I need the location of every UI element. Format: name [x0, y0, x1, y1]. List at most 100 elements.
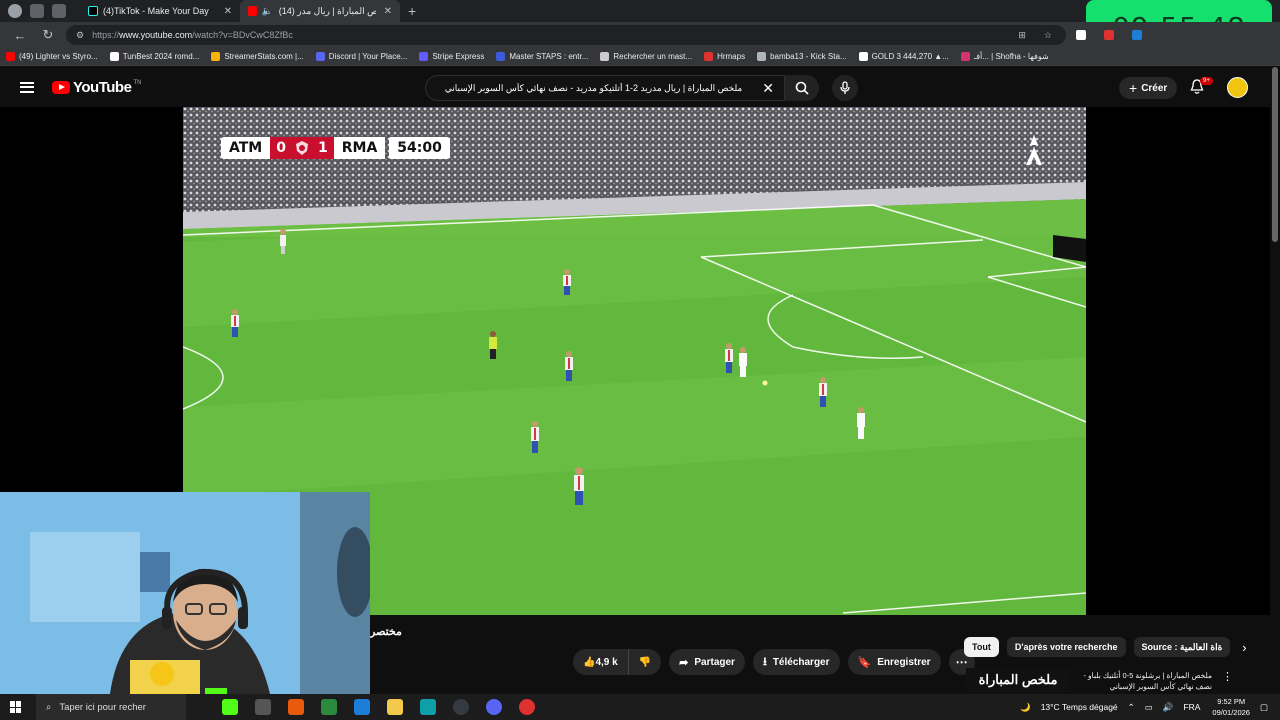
- bookmark-item[interactable]: TunBest 2024 romd...: [109, 52, 199, 61]
- task-view-icon[interactable]: [255, 699, 271, 715]
- weather-text[interactable]: 13°C Temps dégagé: [1041, 702, 1118, 712]
- search-query: ملخص المباراة | ريال مدريد 2-1 أتلتيكو م…: [444, 82, 743, 93]
- url-field[interactable]: ⚙ https:// www.youtube.com /watch?v=BDvC…: [66, 25, 1066, 45]
- bookmark-item[interactable]: (49) Lighter vs Styro...: [6, 52, 98, 61]
- youtube-logo[interactable]: YouTube TN: [52, 79, 141, 96]
- bookmark-label: (49) Lighter vs Styro...: [19, 52, 98, 61]
- download-button[interactable]: ⭳ Télécharger: [752, 649, 840, 675]
- tab-search-icon[interactable]: [52, 4, 66, 18]
- search-button[interactable]: [785, 75, 819, 101]
- country-code: TN: [133, 80, 142, 86]
- chip-from-search[interactable]: D'après votre recherche: [1006, 637, 1126, 657]
- bookmark-item[interactable]: StreamerStats.com |...: [211, 52, 304, 61]
- bookmark-item[interactable]: Master STAPS : entr...: [496, 52, 588, 61]
- thumbs-up-icon: 👍: [583, 656, 596, 668]
- tray-overflow-icon[interactable]: ⌃: [1128, 702, 1135, 713]
- home-team: ATM: [221, 137, 271, 159]
- profile-icon[interactable]: [8, 4, 22, 18]
- edge-icon[interactable]: [420, 699, 436, 715]
- office-icon[interactable]: [288, 699, 304, 715]
- bookmark-label: Stripe Express: [432, 52, 485, 61]
- close-tab-icon[interactable]: ✕: [376, 6, 392, 17]
- install-icon[interactable]: ⊞: [1018, 30, 1026, 41]
- video-actions: 👍 4,9 k 👎 ➦ Partager ⭳ Télécharger 🔖 Enr…: [573, 649, 975, 675]
- windows-start-icon[interactable]: [10, 701, 22, 713]
- share-button[interactable]: ➦ Partager: [669, 649, 745, 675]
- audio-icon[interactable]: 🔈: [262, 6, 273, 17]
- new-tab-icon[interactable]: +: [408, 3, 416, 19]
- away-score: 1: [311, 137, 334, 159]
- clear-search-icon[interactable]: ✕: [762, 80, 774, 97]
- kick-app-icon[interactable]: [222, 699, 238, 715]
- workspaces-icon[interactable]: [30, 4, 44, 18]
- bookmark-item[interactable]: أفـ... | Shofha - شوفها: [960, 52, 1049, 61]
- tab-tiktok[interactable]: (4)TikTok - Make Your Day ✕: [80, 0, 240, 22]
- create-button[interactable]: + Créer: [1119, 77, 1178, 99]
- recommended-video-thumbnail[interactable]: ملخص المباراة: [966, 668, 1070, 692]
- share-label: Partager: [694, 656, 735, 668]
- reload-icon[interactable]: ↻: [40, 27, 56, 43]
- weather-moon-icon[interactable]: 🌙: [1020, 702, 1031, 713]
- discord-icon[interactable]: [486, 699, 502, 715]
- url-path: /watch?v=BDvCwC8ZfBc: [192, 30, 293, 40]
- match-scoreboard: ATM 0 1 RMA 54:00: [221, 137, 450, 159]
- save-button[interactable]: 🔖 Enregistrer: [847, 649, 941, 675]
- tab-youtube[interactable]: 🔈 ملخص المباراة | ريال مدر (14) ✕: [240, 0, 400, 22]
- windows-taskbar: ⌕ Taper ici pour recher 🌙 13°C Temps dég…: [0, 694, 1280, 720]
- tiktok-icon: [88, 6, 98, 16]
- obs-icon[interactable]: [453, 699, 469, 715]
- hamburger-menu-icon[interactable]: [20, 81, 34, 93]
- bookmark-favicon-icon: [960, 52, 970, 61]
- account-avatar[interactable]: [1227, 77, 1248, 98]
- youtube-play-icon: [52, 80, 70, 94]
- like-button[interactable]: 👍 4,9 k: [573, 649, 629, 675]
- taskbar-search-input[interactable]: ⌕ Taper ici pour recher: [36, 694, 186, 720]
- chevron-right-icon[interactable]: ›: [1242, 640, 1246, 655]
- extension-icon[interactable]: [1076, 30, 1086, 40]
- mail-icon[interactable]: [354, 699, 370, 715]
- chrome-icon[interactable]: [519, 699, 535, 715]
- bookmark-star-icon[interactable]: ☆: [1044, 30, 1052, 41]
- notification-badge: 9+: [1200, 77, 1213, 85]
- notification-center-icon[interactable]: ▢: [1260, 702, 1268, 713]
- network-icon[interactable]: ▭: [1145, 702, 1153, 713]
- store-icon[interactable]: [321, 699, 337, 715]
- voice-search-button[interactable]: [832, 75, 858, 101]
- bookmark-label: StreamerStats.com |...: [224, 52, 304, 61]
- bookmark-item[interactable]: Hrmaps: [704, 52, 745, 61]
- back-icon[interactable]: ←: [12, 28, 28, 43]
- chip-source[interactable]: Source : ةاة العالمية: [1133, 637, 1231, 657]
- volume-icon[interactable]: 🔊: [1163, 702, 1174, 713]
- extension-icon[interactable]: [1132, 30, 1142, 40]
- bookmark-item[interactable]: bamba13 - Kick Sta...: [757, 52, 847, 61]
- bookmark-label: GOLD 3 444,270 ▲...: [871, 52, 949, 61]
- bookmark-item[interactable]: GOLD 3 444,270 ▲...: [858, 52, 949, 61]
- bookmark-favicon-icon: [757, 52, 767, 61]
- bookmark-icon: 🔖: [857, 656, 872, 669]
- extension-icon[interactable]: [1104, 30, 1114, 40]
- dislike-button[interactable]: 👎: [629, 649, 661, 675]
- recommended-video-title[interactable]: ملخص المباراة | برشلونة 5-0 أتلتيك بلباو…: [1076, 670, 1212, 692]
- scrollbar-thumb[interactable]: [1272, 67, 1278, 242]
- bookmark-item[interactable]: Discord | Your Place...: [315, 52, 407, 61]
- bookmark-label: Master STAPS : entr...: [509, 52, 589, 61]
- more-vertical-icon[interactable]: ⋮: [1222, 670, 1233, 683]
- bookmark-favicon-icon: [858, 52, 868, 61]
- search-input[interactable]: ملخص المباراة | ريال مدريد 2-1 أتلتيكو م…: [425, 75, 785, 101]
- bookmark-label: bamba13 - Kick Sta...: [770, 52, 847, 61]
- bookmark-label: Hrmaps: [717, 52, 746, 61]
- page-scrollbar[interactable]: [1270, 67, 1280, 687]
- system-tray: 🌙 13°C Temps dégagé ⌃ ▭ 🔊 FRA 9:52 PM 09…: [1010, 694, 1268, 720]
- file-explorer-icon[interactable]: [387, 699, 403, 715]
- site-info-icon[interactable]: ⚙: [76, 30, 84, 41]
- close-tab-icon[interactable]: ✕: [216, 6, 232, 17]
- bookmark-label: أفـ... | Shofha - شوفها: [973, 52, 1049, 61]
- bookmark-favicon-icon: [419, 52, 429, 61]
- bookmark-item[interactable]: Stripe Express: [419, 52, 484, 61]
- streamer-webcam-image: [0, 492, 370, 694]
- bookmark-item[interactable]: Rechercher un mast...: [600, 52, 692, 61]
- chip-all[interactable]: Tout: [964, 637, 999, 657]
- language-indicator[interactable]: FRA: [1183, 702, 1200, 712]
- away-team: RMA: [333, 137, 386, 159]
- taskbar-clock[interactable]: 9:52 PM 09/01/2026: [1212, 696, 1250, 718]
